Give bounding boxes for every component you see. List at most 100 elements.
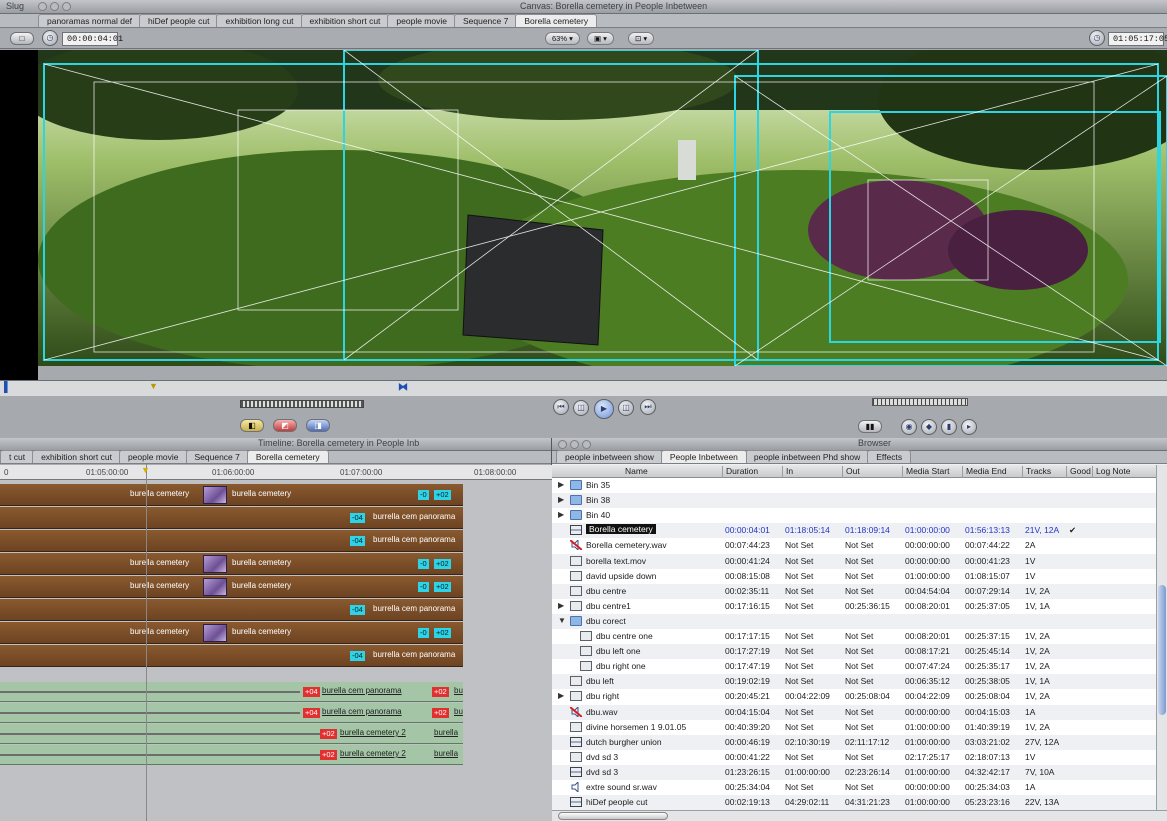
browser-row[interactable]: dbu.wav 00:04:15:04 Not Set Not Set 00:00:00… [552,704,1156,720]
browser-row[interactable]: dbu left one 00:17:27:19 Not Set Not Set 00:… [552,644,1156,660]
column-header[interactable]: Tracks [1022,466,1051,478]
browser-row[interactable]: dbu centre 00:02:35:11 Not Set Not Set 00:04… [552,583,1156,599]
timeline-tab[interactable]: Sequence 7 [185,450,249,463]
overlay-popup[interactable]: ⊡ ▾ [628,32,655,45]
timeline-tab[interactable]: people movie [118,450,188,463]
browser-row[interactable]: dbu centre one 00:17:17:15 Not Set Not Set 0… [552,629,1156,644]
browser-row[interactable]: ▶ dbu right 00:20:45:21 00:04:22:09 00:25:08… [552,689,1156,704]
browser-window-controls[interactable] [558,440,591,449]
browser-row[interactable]: divine horsemen 1 9.01.05 00:40:39:20 Not … [552,720,1156,735]
browser-vertical-scrollbar[interactable] [1156,465,1167,811]
browser-row[interactable]: ▶ Bin 38 [552,493,1156,509]
browser-tab[interactable]: People Inbetween [660,450,747,463]
column-header[interactable]: Out [842,466,860,478]
browser-row[interactable]: dvd sd 3 00:00:41:22 Not Set Not Set 02:17:2… [552,750,1156,765]
browser-row[interactable]: ▶ dbu centre1 00:17:16:15 Not Set 00:25:36:1… [552,599,1156,614]
column-header[interactable]: Log Note [1092,466,1131,478]
canvas-tab[interactable]: exhibition short cut [300,14,390,27]
canvas-tab[interactable]: panoramas normal def [38,14,142,27]
replace-edit-button[interactable]: ◨ [306,419,330,432]
column-header[interactable]: In [782,466,793,478]
video-track[interactable]: burella cemetery burella cemetery -0 +02 [0,553,463,575]
mark-out-button[interactable]: ▸ [961,419,977,435]
play-button[interactable]: ▶ [594,399,614,419]
canvas-tab[interactable]: Borella cemetery [515,14,598,27]
playhead-icon[interactable]: ⧓ [398,382,408,393]
timeline-playhead[interactable] [146,464,147,821]
browser-row[interactable]: ▼ dbu corect [552,613,1156,629]
window-controls[interactable] [38,2,71,11]
view-mode-button[interactable]: □ [10,32,34,45]
hscroll-thumb[interactable] [558,812,668,820]
play-in-out-button[interactable]: ◫ [573,400,589,416]
canvas-tab[interactable]: exhibition long cut [216,14,303,27]
browser-row[interactable]: Borella cemetery 00:00:04:01 01:18:05:14 01… [552,523,1156,539]
disclosure-triangle-icon[interactable]: ▶ [558,510,564,519]
browser-tab[interactable]: Effects [867,450,912,463]
audio-track[interactable]: +02 burella cemetery 2 burella [0,745,463,765]
disclosure-triangle-icon[interactable]: ▶ [558,495,564,504]
next-edit-button[interactable]: ⏭ [640,399,656,415]
browser-row[interactable]: dvd sd 3 01:23:26:15 01:00:00:00 02:23:26:1… [552,764,1156,780]
browser-row[interactable]: dbu left 00:19:02:19 Not Set Not Set 00:06:3… [552,674,1156,690]
audio-track[interactable]: +02 burella cemetery 2 burella [0,724,463,744]
browser-row[interactable]: dbu right one 00:17:47:19 Not Set Not Set 00… [552,659,1156,674]
column-header[interactable]: Duration [722,466,758,478]
current-timecode[interactable]: 01:05:17:05 [1108,32,1167,46]
browser-tab[interactable]: people inbetween Phd show [744,450,870,463]
insert-edit-button[interactable]: ◧ [240,419,264,432]
canvas-tab[interactable]: Sequence 7 [453,14,518,27]
match-frame-button[interactable]: ▮▮ [858,420,882,433]
browser-horizontal-scrollbar[interactable] [552,810,1167,821]
timeline-tracks[interactable]: burella cemetery burella cemetery -0 +02 -04… [0,480,552,821]
video-track[interactable]: -04 burrella cem panorama [0,530,463,552]
play-around-button[interactable]: ◫ [618,400,634,416]
disclosure-triangle-icon[interactable]: ▶ [558,480,564,489]
disclosure-triangle-icon[interactable]: ▶ [558,601,564,610]
browser-row[interactable]: ▶ Bin 35 [552,478,1156,493]
canvas-scrubber-bar[interactable]: ▼ ⧓ ▌ [0,380,1167,396]
audio-track[interactable]: +04 burella cem panorama +02 bu [0,703,463,723]
browser-row[interactable]: david upside down 00:08:15:08 Not Set Not S… [552,569,1156,584]
column-header[interactable]: Name [622,466,648,478]
video-track[interactable]: -04 burrella cem panorama [0,507,463,529]
browser-row[interactable]: ▶ Bin 40 [552,508,1156,523]
disclosure-triangle-icon[interactable]: ▼ [558,616,566,625]
timeline-tab[interactable]: t cut [0,450,35,463]
mark-clip-button[interactable]: ◉ [901,419,917,435]
canvas-tab[interactable]: people movie [387,14,456,27]
column-header[interactable]: Media End [962,466,1007,478]
video-track[interactable]: -04 burrella cem panorama [0,645,463,667]
view-popup[interactable]: ▣ ▾ [587,32,614,45]
zoom-popup[interactable]: 63% ▾ [545,32,580,45]
browser-row[interactable]: borella text.mov 00:00:41:24 Not Set Not Se… [552,553,1156,569]
prev-edit-button[interactable]: ⏮ [553,399,569,415]
video-track[interactable]: burella cemetery burella cemetery -0 +02 [0,622,463,644]
timeline-tab[interactable]: exhibition short cut [32,450,121,463]
overwrite-edit-button[interactable]: ◩ [273,419,297,432]
timeline-ruler[interactable]: 0 01:05:00:00 01:06:00:00 01:07:00:00 01:08:… [0,465,552,480]
add-marker-button[interactable]: ▮ [941,419,957,435]
canvas-tab[interactable]: hiDef people cut [139,14,219,27]
playhead-marker-icon[interactable]: ▼ [141,465,150,475]
browser-row[interactable]: hiDef people cut 00:02:19:13 04:29:02:11 04… [552,795,1156,811]
duration-timecode[interactable]: 00:00:04:01 [62,32,123,46]
browser-row[interactable]: Borella cemetery.wav 00:07:44:23 Not Set No… [552,538,1156,553]
video-track[interactable]: burella cemetery burella cemetery -0 +02 [0,484,463,506]
audio-track[interactable]: +04 burella cem panorama +02 bu [0,682,463,702]
column-header[interactable]: Good [1066,466,1091,478]
timeline-tab[interactable]: Borella cemetery [246,450,329,463]
add-keyframe-button[interactable]: ◆ [921,419,937,435]
jog-control[interactable] [872,398,968,406]
browser-row[interactable]: extre sound sr.wav 00:25:34:04 Not Set Not … [552,780,1156,795]
scroll-thumb[interactable] [1158,585,1166,715]
video-track[interactable]: -04 burrella cem panorama [0,599,463,621]
video-track[interactable]: burella cemetery burella cemetery -0 +02 [0,576,463,598]
browser-tab[interactable]: people inbetween show [556,450,663,463]
browser-item-list[interactable]: ▶ Bin 35 ▶ Bin 38 ▶ Bin 40 Borella cemetery 00:… [552,478,1156,811]
shuttle-control[interactable] [240,400,364,408]
disclosure-triangle-icon[interactable]: ▶ [558,691,564,700]
column-header[interactable]: Media Start [902,466,949,478]
browser-row[interactable]: dutch burgher union 00:00:46:19 02:10:30:1… [552,734,1156,750]
canvas-video-frame[interactable] [38,50,1167,366]
